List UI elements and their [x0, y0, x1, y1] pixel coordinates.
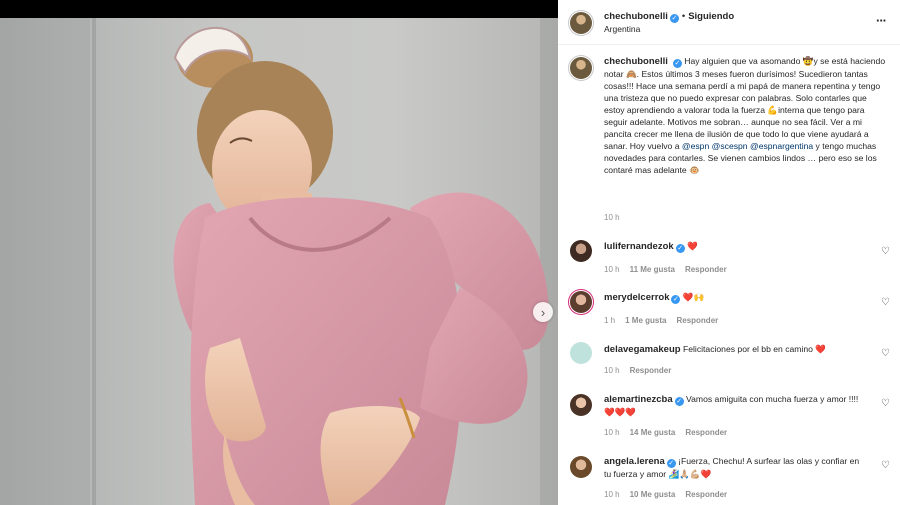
verified-icon: ✓ — [671, 295, 681, 304]
verified-icon: ✓ — [672, 59, 682, 68]
comment-body: ❤️ — [687, 241, 698, 251]
comment-likes[interactable]: 1 Me gusta — [625, 316, 666, 325]
post-side-panel: chechubonelli ✓ • Siguiendo Argentina ··· c… — [558, 0, 900, 505]
post-photo[interactable] — [0, 18, 558, 505]
mention-link[interactable]: @espnargentina — [750, 141, 813, 151]
comment-time[interactable]: 10 h — [604, 428, 620, 437]
verified-icon: ✓ — [674, 397, 684, 406]
follow-status-button[interactable]: Siguiendo — [688, 11, 734, 22]
more-options-icon[interactable]: ··· — [876, 13, 887, 28]
comment-meta: 10 h Responder — [604, 366, 671, 375]
like-heart-icon[interactable]: ♡ — [881, 460, 890, 471]
commenter-username[interactable]: angela.lerena — [604, 456, 665, 467]
comment-text: delavegamakeup Felicitaciones por el bb … — [604, 343, 866, 356]
mention-link[interactable]: @espn — [682, 141, 709, 151]
comment-likes[interactable]: 11 Me gusta — [630, 265, 675, 274]
reply-button[interactable]: Responder — [685, 265, 727, 274]
caption-body-1: Hay alguien que va asomando 🤠y se está h… — [604, 56, 886, 151]
commenter-username[interactable]: lulifernandezok — [604, 241, 674, 252]
mention-link[interactable]: @scespn — [712, 141, 748, 151]
comment-meta: 10 h 11 Me gusta Responder — [604, 265, 727, 274]
like-heart-icon[interactable]: ♡ — [881, 348, 890, 359]
caption-avatar[interactable] — [570, 57, 592, 79]
comment-body: ❤️🙌 — [682, 292, 705, 302]
commenter-avatar[interactable] — [570, 456, 592, 478]
author-username[interactable]: chechubonelli — [604, 11, 668, 22]
caption-timestamp[interactable]: 10 h — [604, 213, 620, 222]
top-black-bar — [0, 0, 558, 18]
author-avatar[interactable] — [570, 12, 592, 34]
commenter-avatar[interactable] — [570, 240, 592, 262]
commenter-username[interactable]: merydelcerrok — [604, 292, 669, 303]
post-header: chechubonelli ✓ • Siguiendo Argentina ··· — [558, 0, 900, 45]
commenter-avatar[interactable] — [570, 394, 592, 416]
next-photo-button[interactable]: › — [533, 302, 553, 322]
caption-text: chechubonelli ✓ Hay alguien que va asoman… — [604, 55, 888, 176]
photo-illustration — [0, 18, 558, 505]
author-line: chechubonelli ✓ • Siguiendo — [604, 11, 734, 23]
reply-button[interactable]: Responder — [676, 316, 718, 325]
chevron-right-icon: › — [540, 304, 546, 320]
reply-button[interactable]: Responder — [685, 428, 727, 437]
like-heart-icon[interactable]: ♡ — [881, 246, 890, 257]
comment-time[interactable]: 10 h — [604, 490, 620, 499]
caption-username[interactable]: chechubonelli — [604, 56, 668, 67]
commenter-avatar[interactable] — [570, 291, 592, 313]
comment-meta: 1 h 1 Me gusta Responder — [604, 316, 718, 325]
comment-body: Felicitaciones por el bb en camino ❤️ — [682, 344, 826, 354]
comment-text: alemartinezcba ✓ Vamos amiguita con mucha… — [604, 393, 866, 418]
comment-text: angela.lerena ✓ ¡Fuerza, Chechu! A surfea… — [604, 455, 866, 480]
separator-dot: • — [681, 11, 686, 22]
comment-likes[interactable]: 14 Me gusta — [630, 428, 676, 437]
comment-text: lulifernandezok ✓ ❤️ — [604, 240, 866, 253]
like-heart-icon[interactable]: ♡ — [881, 398, 890, 409]
commenter-username[interactable]: alemartinezcba — [604, 394, 673, 405]
comment-time[interactable]: 10 h — [604, 366, 620, 375]
comment-likes[interactable]: 10 Me gusta — [630, 490, 676, 499]
commenter-username[interactable]: delavegamakeup — [604, 344, 681, 355]
verified-icon: ✓ — [669, 14, 679, 23]
verified-icon: ✓ — [666, 459, 676, 468]
comment-time[interactable]: 1 h — [604, 316, 615, 325]
commenter-avatar[interactable] — [570, 342, 592, 364]
reply-button[interactable]: Responder — [685, 490, 727, 499]
comment-meta: 10 h 10 Me gusta Responder — [604, 490, 727, 499]
comment-meta: 10 h 14 Me gusta Responder — [604, 428, 727, 437]
comment-time[interactable]: 10 h — [604, 265, 620, 274]
like-heart-icon[interactable]: ♡ — [881, 297, 890, 308]
reply-button[interactable]: Responder — [630, 366, 672, 375]
verified-icon: ✓ — [675, 244, 685, 253]
location-link[interactable]: Argentina — [604, 24, 640, 34]
comment-text: merydelcerrok ✓ ❤️🙌 — [604, 291, 866, 304]
